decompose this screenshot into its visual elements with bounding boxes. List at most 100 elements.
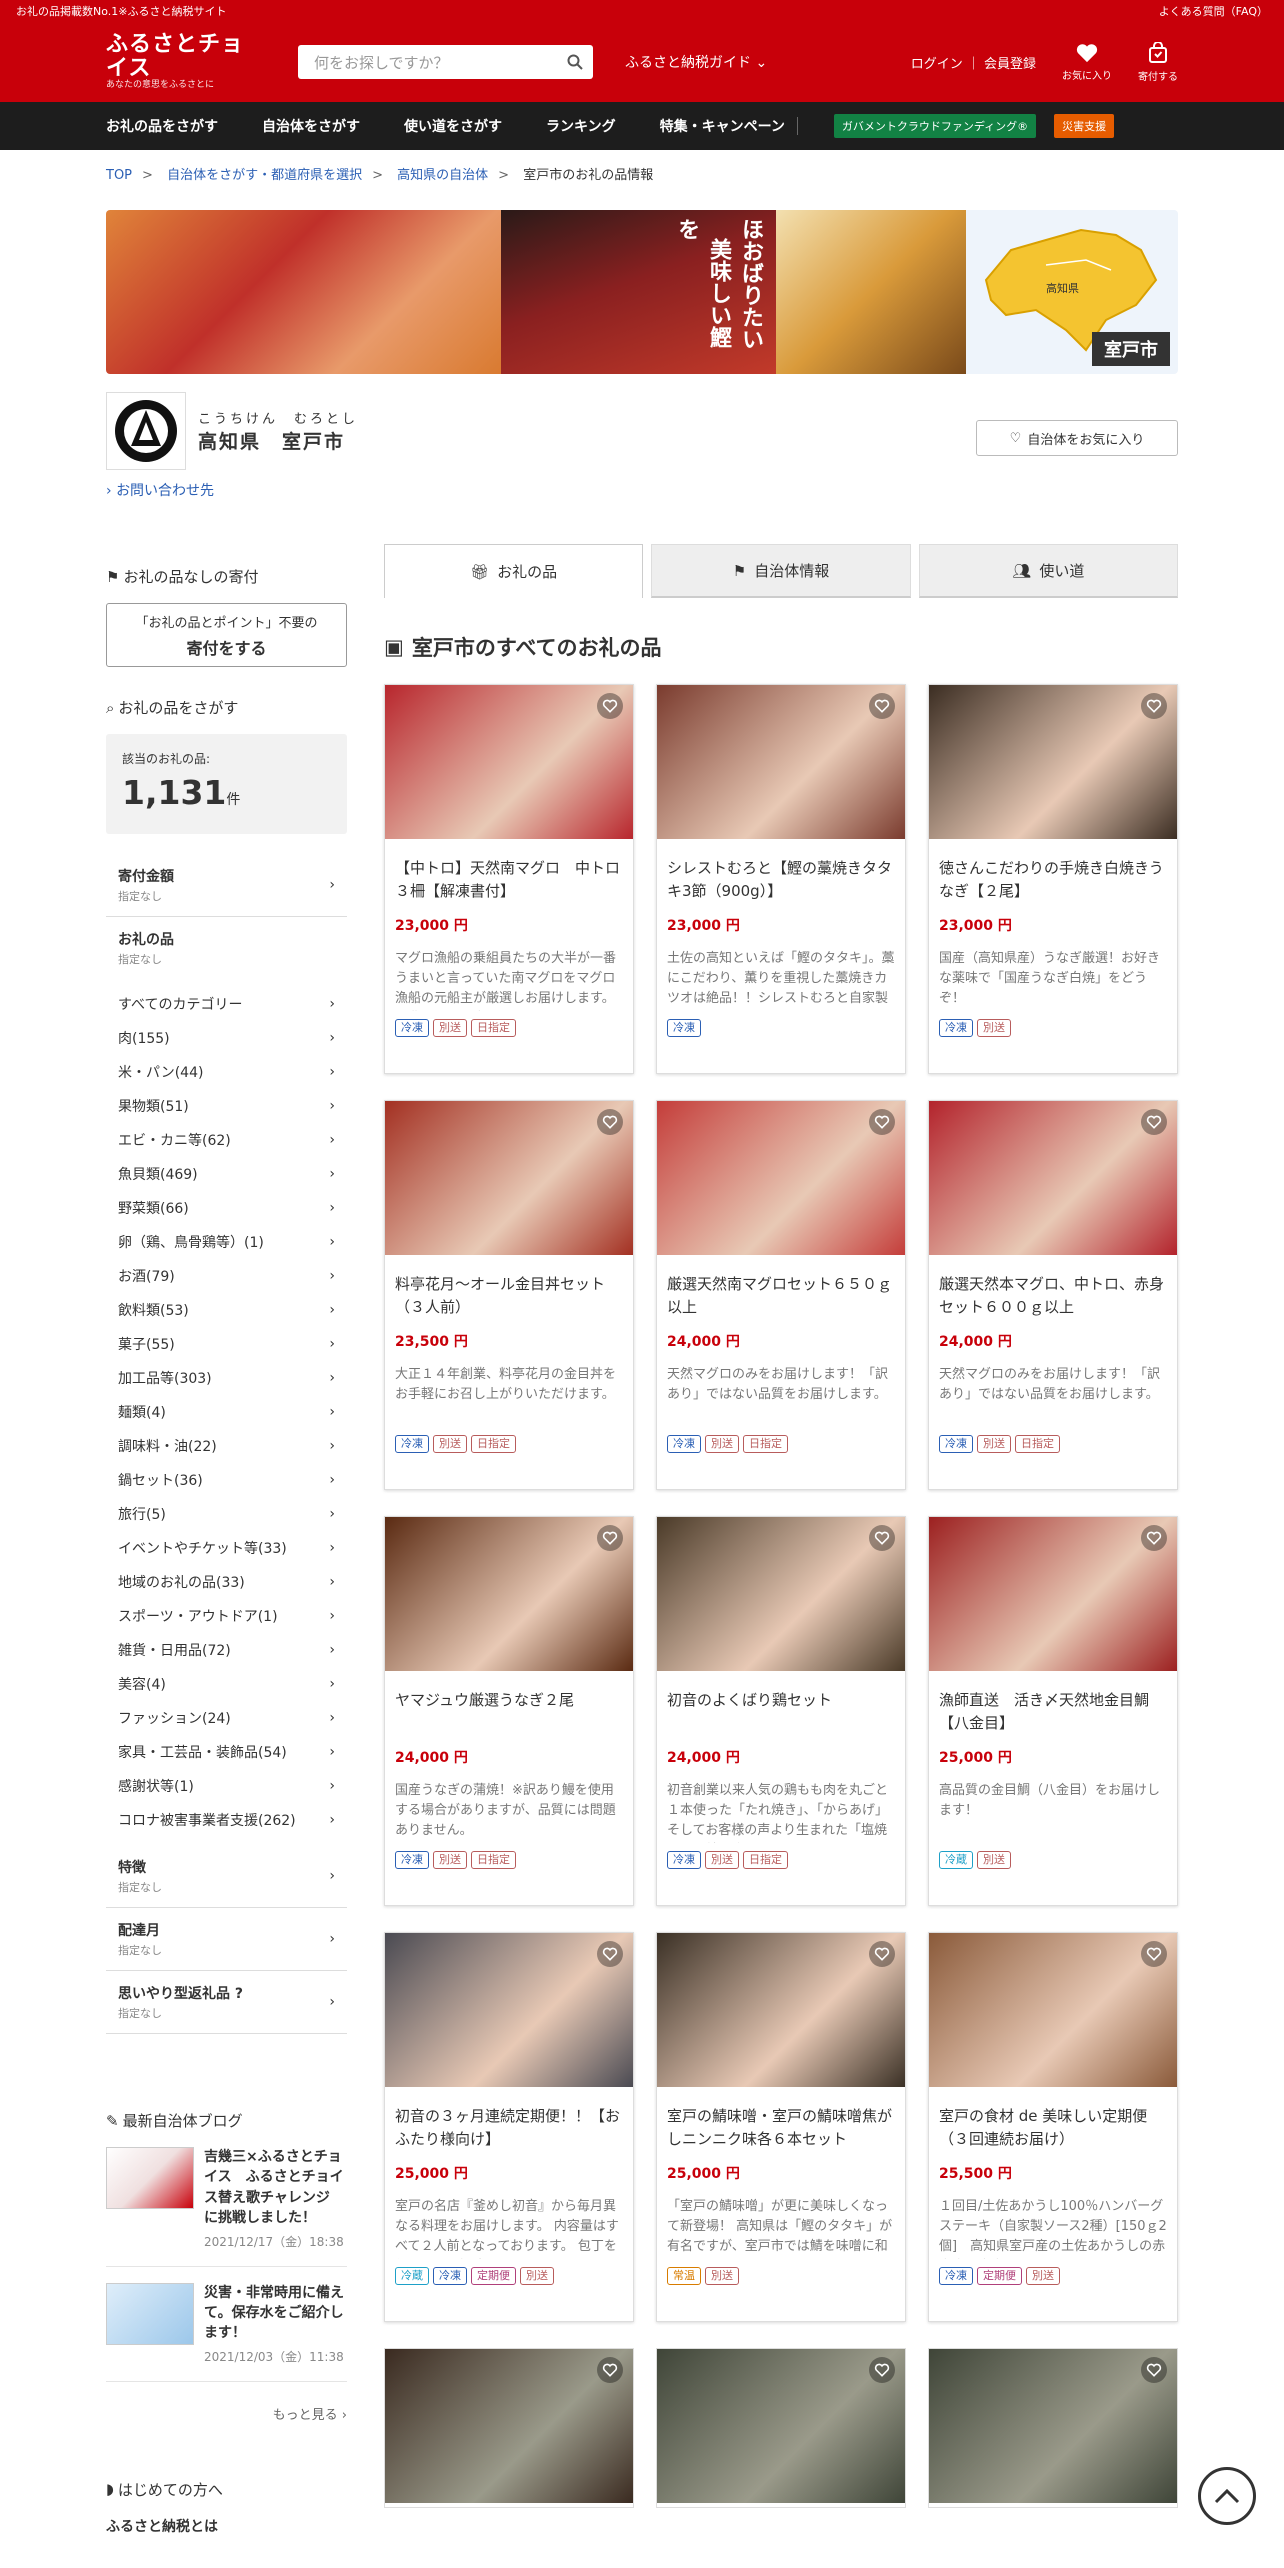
product-card[interactable]: 料亭花月～オール金目丼セット（３人前） 23,500 円 大正１４年創業、料亭花…	[384, 1100, 634, 1490]
category-item[interactable]: 家具・工芸品・装飾品(54) ›	[118, 1735, 335, 1769]
favorite-heart-icon[interactable]	[869, 1109, 895, 1135]
favorite-municipality-button[interactable]: ♡ 自治体をお気に入り	[976, 420, 1178, 456]
product-card[interactable]: シレストむろと【鰹の藁焼きタタキ3節（900g）】 23,000 円 土佐の高知…	[656, 684, 906, 1074]
gcf-button[interactable]: ガバメントクラウドファンディング®	[833, 114, 1037, 138]
login-link[interactable]: ログイン	[911, 57, 963, 72]
product-title[interactable]: 初音のよくばり鶏セット	[667, 1689, 895, 1737]
favorite-heart-icon[interactable]	[869, 1941, 895, 1967]
site-logo[interactable]: ふるさとチョイス あなたの意思をふるさとに	[106, 32, 266, 91]
filter-omoiyari[interactable]: 思いやり型返礼品 ? 指定なし ›	[106, 1971, 347, 2034]
donate-button[interactable]: 寄付する	[1138, 41, 1178, 83]
category-item[interactable]: スポーツ・アウトドア(1) ›	[118, 1599, 335, 1633]
product-card[interactable]: 厳選天然本マグロ、中トロ、赤身セット６００ｇ以上 24,000 円 天然マグロの…	[928, 1100, 1178, 1490]
category-item[interactable]: 感謝状等(1) ›	[118, 1769, 335, 1803]
product-title[interactable]: 【先行予約】室戸の流れ子レモ	[657, 2504, 905, 2507]
favorite-heart-icon[interactable]	[869, 1525, 895, 1551]
product-card[interactable]: 厳選天然南マグロセット６５０ｇ以上 24,000 円 天然マグロのみをお届けしま…	[656, 1100, 906, 1490]
favorite-heart-icon[interactable]	[597, 1941, 623, 1967]
disaster-support-button[interactable]: 災害支援	[1054, 114, 1115, 138]
product-card[interactable]: 初音のよくばり鶏セット 24,000 円 初音創業以来人気の鶏もも肉を丸ごと１本…	[656, 1516, 906, 1906]
scroll-to-top-button[interactable]	[1198, 2467, 1256, 2525]
category-item[interactable]: 加工品等(303) ›	[118, 1361, 335, 1395]
breadcrumb-prefectures[interactable]: 自治体をさがす・都道府県を選択	[167, 168, 362, 183]
nav-campaigns[interactable]: 特集・キャンペーン	[660, 116, 785, 136]
product-title[interactable]: 【中トロ】天然南マグロ 中トロ３柵【解凍書付】	[395, 857, 623, 905]
filter-month[interactable]: 配達月 指定なし ›	[106, 1908, 347, 1971]
help-icon[interactable]: ?	[235, 1986, 243, 2002]
nav-uses[interactable]: 使い道をさがす	[404, 116, 502, 136]
product-card[interactable]: 【中トロ】天然南マグロ 中トロ３柵【解凍書付】 23,000 円 マグロ漁船の乗…	[384, 684, 634, 1074]
filter-amount[interactable]: 寄付金額 指定なし ›	[106, 854, 347, 917]
favorite-heart-icon[interactable]	[1141, 1109, 1167, 1135]
search-icon[interactable]	[557, 45, 593, 79]
category-item[interactable]: 肉(155) ›	[118, 1021, 335, 1055]
category-item[interactable]: ファッション(24) ›	[118, 1701, 335, 1735]
category-item[interactable]: 米・パン(44) ›	[118, 1055, 335, 1089]
product-title[interactable]: 厳選天然本マグロ、中トロ、赤身セット６００ｇ以上	[939, 1273, 1167, 1321]
register-link[interactable]: 会員登録	[984, 57, 1036, 72]
breadcrumb-kochi[interactable]: 高知県の自治体	[397, 168, 488, 183]
category-item[interactable]: 飲料類(53) ›	[118, 1293, 335, 1327]
favorite-heart-icon[interactable]	[597, 1109, 623, 1135]
product-title[interactable]: シレストむろと【鰹の藁焼きタタキ3節（900g）】	[667, 857, 895, 905]
category-item[interactable]: 魚貝類(469) ›	[118, 1157, 335, 1191]
blog-item[interactable]: 災害・非常時用に備えて。保存水をご紹介します！ 2021/12/03（金）11:3…	[106, 2282, 347, 2382]
favorite-heart-icon[interactable]	[1141, 2357, 1167, 2383]
favorite-heart-icon[interactable]	[869, 2357, 895, 2383]
favorites-button[interactable]: お気に入り	[1062, 43, 1112, 82]
product-card[interactable]: 初音の３ヶ月連続定期便！！【おふたり様向け】 25,000 円 室戸の名店『釜め…	[384, 1932, 634, 2322]
product-title[interactable]: ヤマジュウの特製タレ漬け！牛	[385, 2504, 633, 2507]
favorite-heart-icon[interactable]	[869, 693, 895, 719]
product-card[interactable]: 漁師直送 活き〆天然地金目鯛【八金目】 25,000 円 高品質の金目鯛（八金目…	[928, 1516, 1178, 1906]
category-item[interactable]: 雑貨・日用品(72) ›	[118, 1633, 335, 1667]
category-item[interactable]: 美容(4) ›	[118, 1667, 335, 1701]
product-title[interactable]: 室戸の食材 de 美味しい定期便（３回連続お届け）	[939, 2105, 1167, 2153]
favorite-heart-icon[interactable]	[597, 1525, 623, 1551]
product-card[interactable]: ヤマジュウの特製タレ漬け！牛	[384, 2348, 634, 2508]
faq-link[interactable]: よくある質問（FAQ）	[1159, 3, 1268, 19]
category-item[interactable]: 野菜類(66) ›	[118, 1191, 335, 1225]
tab-gifts[interactable]: 🎁︎ お礼の品	[384, 544, 644, 598]
nav-ranking[interactable]: ランキング	[546, 116, 616, 136]
about-furusato-link[interactable]: ふるさと納税とは	[106, 2516, 347, 2536]
category-item[interactable]: エビ・カニ等(62) ›	[118, 1123, 335, 1157]
filter-special[interactable]: 特徴 指定なし ›	[106, 1845, 347, 1908]
category-item[interactable]: 菓子(55) ›	[118, 1327, 335, 1361]
blog-item[interactable]: 吉幾三×ふるさとチョイス ふるさとチョイス替え歌チャレンジ に挑戦しました！ 20…	[106, 2147, 347, 2267]
category-item[interactable]: 旅行(5) ›	[118, 1497, 335, 1531]
category-item[interactable]: 果物類(51) ›	[118, 1089, 335, 1123]
favorite-heart-icon[interactable]	[1141, 1525, 1167, 1551]
category-item[interactable]: 地域のお礼の品(33) ›	[118, 1565, 335, 1599]
nav-gifts[interactable]: お礼の品をさがす	[106, 116, 218, 136]
more-blogs-link[interactable]: もっと見る ›	[106, 2404, 347, 2423]
favorite-heart-icon[interactable]	[1141, 1941, 1167, 1967]
product-title[interactable]: 漁師直送 活き〆天然地金目鯛【八金目】	[939, 1689, 1167, 1737]
product-title[interactable]: 料亭花月～オール金目丼セット（３人前）	[395, 1273, 623, 1321]
product-title[interactable]: 徳さんこだわりの手焼き白焼きうなぎ【２尾】	[939, 857, 1167, 905]
product-title[interactable]: 室戸の鯖味噌・室戸の鯖味噌焦がしニンニク味各６本セット	[667, 2105, 895, 2153]
category-item[interactable]: 調味料・油(22) ›	[118, 1429, 335, 1463]
category-item[interactable]: 麺類(4) ›	[118, 1395, 335, 1429]
product-title[interactable]: ヤマジュウ厳選うなぎ２尾	[395, 1689, 623, 1737]
product-card[interactable]: 徳さんこだわりの手焼き白焼きうなぎ【２尾】 23,000 円 国産（高知県産）う…	[928, 684, 1178, 1074]
product-title[interactable]: 厳選天然南マグロセット６５０ｇ以上	[667, 1273, 895, 1321]
category-item[interactable]: 鍋セット(36) ›	[118, 1463, 335, 1497]
category-item[interactable]: イベントやチケット等(33) ›	[118, 1531, 335, 1565]
breadcrumb-top[interactable]: TOP	[106, 168, 132, 183]
category-item[interactable]: コロナ被害事業者支援(262) ›	[118, 1803, 335, 1837]
favorite-heart-icon[interactable]	[597, 2357, 623, 2383]
product-card[interactable]: ヤマジュウ厳選うなぎ２尾 24,000 円 国産うなぎの蒲焼！※訳あり鰻を使用す…	[384, 1516, 634, 1906]
product-card[interactable]: 【先行予約】室戸の流れ子旨煮	[928, 2348, 1178, 2508]
tab-municipality-info[interactable]: ⚑ 自治体情報	[651, 544, 911, 598]
product-card[interactable]: 【先行予約】室戸の流れ子レモ	[656, 2348, 906, 2508]
contact-link[interactable]: › お問い合わせ先	[106, 480, 1178, 500]
category-item[interactable]: お酒(79) ›	[118, 1259, 335, 1293]
tab-uses[interactable]: 👥︎ 使い道	[918, 544, 1178, 598]
favorite-heart-icon[interactable]	[1141, 693, 1167, 719]
nogift-donate-button[interactable]: 「お礼の品とポイント」不要の 寄付をする	[106, 603, 347, 667]
product-title[interactable]: 初音の３ヶ月連続定期便！！【おふたり様向け】	[395, 2105, 623, 2153]
favorite-heart-icon[interactable]	[597, 693, 623, 719]
guide-menu[interactable]: ふるさと納税ガイド ⌄	[625, 52, 767, 72]
product-card[interactable]: 室戸の食材 de 美味しい定期便（３回連続お届け） 25,500 円 １回目/土…	[928, 1932, 1178, 2322]
product-card[interactable]: 室戸の鯖味噌・室戸の鯖味噌焦がしニンニク味各６本セット 25,000 円 「室戸…	[656, 1932, 906, 2322]
